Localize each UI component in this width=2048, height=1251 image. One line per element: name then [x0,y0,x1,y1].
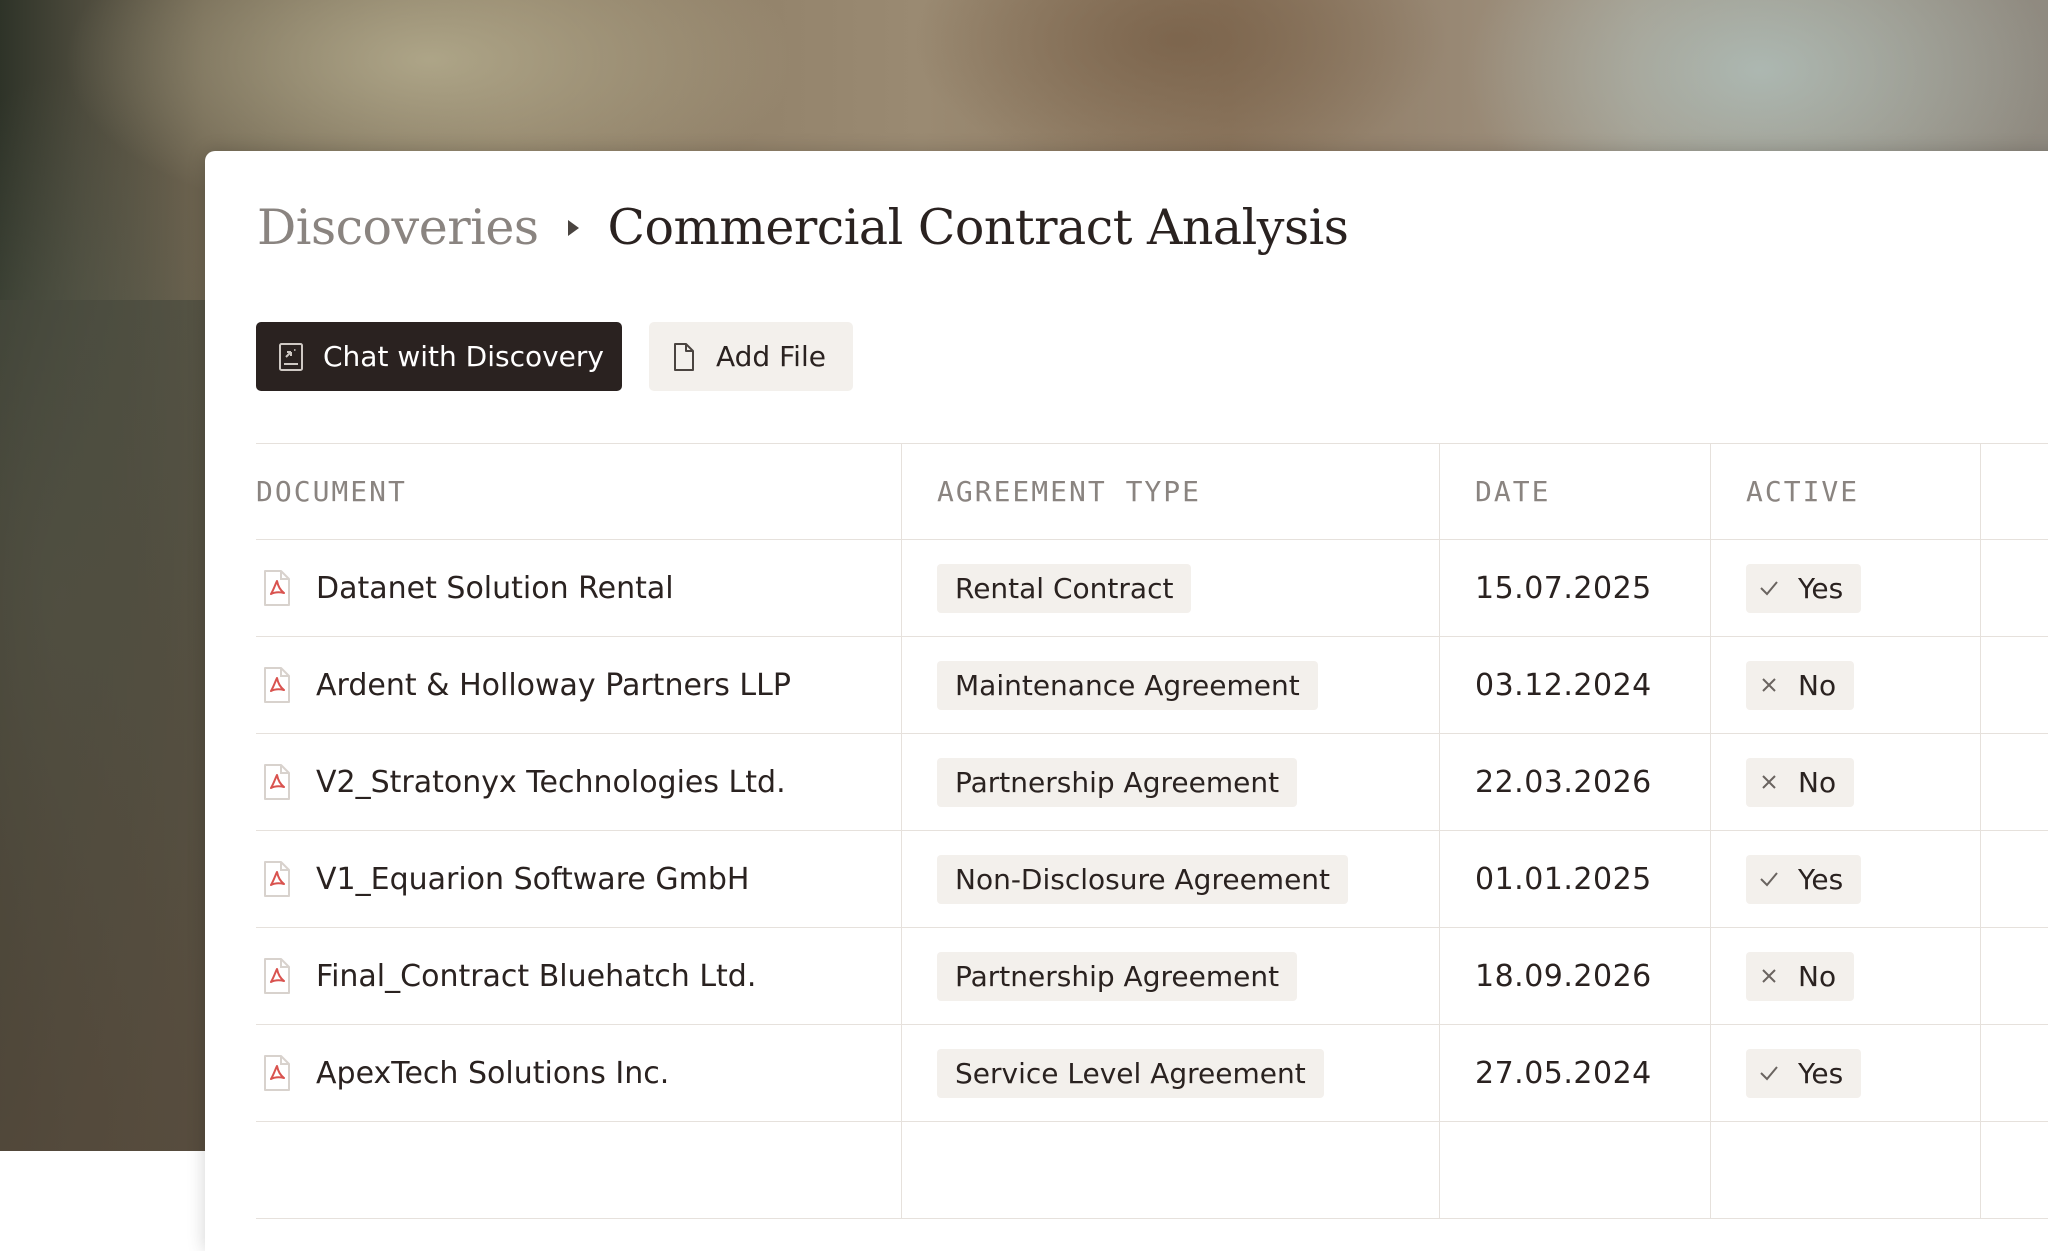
x-icon [1758,674,1780,696]
date-value: 22.03.2026 [1475,764,1652,800]
active-status-label: Yes [1798,571,1844,605]
agreement-type-cell: Partnership Agreement [902,928,1440,1024]
date-cell: 03.12.2024 [1440,637,1711,733]
pdf-file-icon [262,860,292,898]
document-name[interactable]: Ardent & Holloway Partners LLP [316,668,791,703]
agreement-type-cell: Maintenance Agreement [902,637,1440,733]
pdf-file-icon [262,763,292,801]
column-header-active[interactable]: ACTIVE [1711,444,1981,539]
date-value: 03.12.2024 [1475,667,1652,703]
pdf-file-icon [262,569,292,607]
check-icon [1758,1062,1780,1084]
chat-with-discovery-button[interactable]: Chat with Discovery [256,322,622,391]
active-cell: No [1711,928,1981,1024]
table-row[interactable]: Final_Contract Bluehatch Ltd. Partnershi… [256,928,2048,1025]
table-row-partial[interactable] [256,1122,2048,1219]
breadcrumb-parent-link[interactable]: Discoveries [257,203,539,252]
active-cell: Yes [1711,540,1981,636]
active-status-label: No [1798,959,1837,993]
date-value: 18.09.2026 [1475,958,1652,994]
chat-with-discovery-label: Chat with Discovery [323,340,604,373]
active-status-label: No [1798,668,1837,702]
active-status-badge: No [1746,660,1855,710]
agreement-type-cell: Non-Disclosure Agreement [902,831,1440,927]
chat-document-icon [278,342,304,372]
active-status-label: No [1798,765,1837,799]
active-status-label: Yes [1798,862,1844,896]
table-header-row: DOCUMENT AGREEMENT TYPE DATE ACTIVE [256,443,2048,540]
add-file-label: Add File [716,340,826,373]
column-header-date[interactable]: DATE [1440,444,1711,539]
document-cell[interactable]: Datanet Solution Rental [256,540,902,636]
agreement-type-tag: Service Level Agreement [937,1048,1324,1098]
check-icon [1758,868,1780,890]
document-cell[interactable]: ApexTech Solutions Inc. [256,1025,902,1121]
breadcrumb: Discoveries Commercial Contract Analysis [257,199,1349,256]
table-row[interactable]: ApexTech Solutions Inc. Service Level Ag… [256,1025,2048,1122]
table-row[interactable]: Datanet Solution Rental Rental Contract … [256,540,2048,637]
document-cell[interactable]: Ardent & Holloway Partners LLP [256,637,902,733]
x-icon [1758,965,1780,987]
extra-cell [1981,928,2048,1024]
date-value: 01.01.2025 [1475,861,1652,897]
breadcrumb-separator-icon [568,219,580,236]
x-icon [1758,771,1780,793]
active-cell: No [1711,734,1981,830]
active-status-badge: No [1746,951,1855,1001]
active-cell: Yes [1711,831,1981,927]
agreement-type-cell: Partnership Agreement [902,734,1440,830]
table-row[interactable]: Ardent & Holloway Partners LLP Maintenan… [256,637,2048,734]
active-status-badge: No [1746,757,1855,807]
action-bar: Chat with Discovery Add File [256,322,853,391]
documents-table: DOCUMENT AGREEMENT TYPE DATE ACTIVE Data… [256,443,2048,1219]
extra-cell [1981,540,2048,636]
active-status-badge: Yes [1746,1048,1862,1098]
column-header-document[interactable]: DOCUMENT [256,444,902,539]
active-status-badge: Yes [1746,854,1862,904]
discovery-panel: Discoveries Commercial Contract Analysis… [205,151,2048,1251]
agreement-type-tag: Partnership Agreement [937,757,1298,807]
document-name[interactable]: Final_Contract Bluehatch Ltd. [316,959,756,994]
agreement-type-tag: Partnership Agreement [937,951,1298,1001]
active-cell: No [1711,637,1981,733]
agreement-type-tag: Non-Disclosure Agreement [937,854,1349,904]
active-cell: Yes [1711,1025,1981,1121]
document-name[interactable]: ApexTech Solutions Inc. [316,1056,669,1091]
pdf-file-icon [262,957,292,995]
agreement-type-tag: Rental Contract [937,563,1192,613]
add-file-button[interactable]: Add File [649,322,853,391]
date-cell: 18.09.2026 [1440,928,1711,1024]
document-name[interactable]: V2_Stratonyx Technologies Ltd. [316,765,786,800]
extra-cell [1981,734,2048,830]
file-icon [671,342,697,372]
document-cell[interactable]: V1_Equarion Software GmbH [256,831,902,927]
date-cell: 27.05.2024 [1440,1025,1711,1121]
page-title: Commercial Contract Analysis [607,199,1349,256]
document-name[interactable]: V1_Equarion Software GmbH [316,862,749,897]
date-cell: 22.03.2026 [1440,734,1711,830]
date-value: 27.05.2024 [1475,1055,1652,1091]
agreement-type-cell: Rental Contract [902,540,1440,636]
document-cell[interactable]: V2_Stratonyx Technologies Ltd. [256,734,902,830]
table-row[interactable]: V1_Equarion Software GmbH Non-Disclosure… [256,831,2048,928]
extra-cell [1981,831,2048,927]
agreement-type-cell: Service Level Agreement [902,1025,1440,1121]
active-status-badge: Yes [1746,563,1862,613]
date-cell: 15.07.2025 [1440,540,1711,636]
pdf-file-icon [262,666,292,704]
check-icon [1758,577,1780,599]
extra-cell [1981,1025,2048,1121]
table-row[interactable]: V2_Stratonyx Technologies Ltd. Partnersh… [256,734,2048,831]
date-value: 15.07.2025 [1475,570,1652,606]
column-header-agreement-type[interactable]: AGREEMENT TYPE [902,444,1440,539]
active-status-label: Yes [1798,1056,1844,1090]
document-cell[interactable]: Final_Contract Bluehatch Ltd. [256,928,902,1024]
extra-cell [1981,637,2048,733]
agreement-type-tag: Maintenance Agreement [937,660,1318,710]
document-name[interactable]: Datanet Solution Rental [316,571,674,606]
column-header-extra [1981,444,2048,539]
date-cell: 01.01.2025 [1440,831,1711,927]
pdf-file-icon [262,1054,292,1092]
